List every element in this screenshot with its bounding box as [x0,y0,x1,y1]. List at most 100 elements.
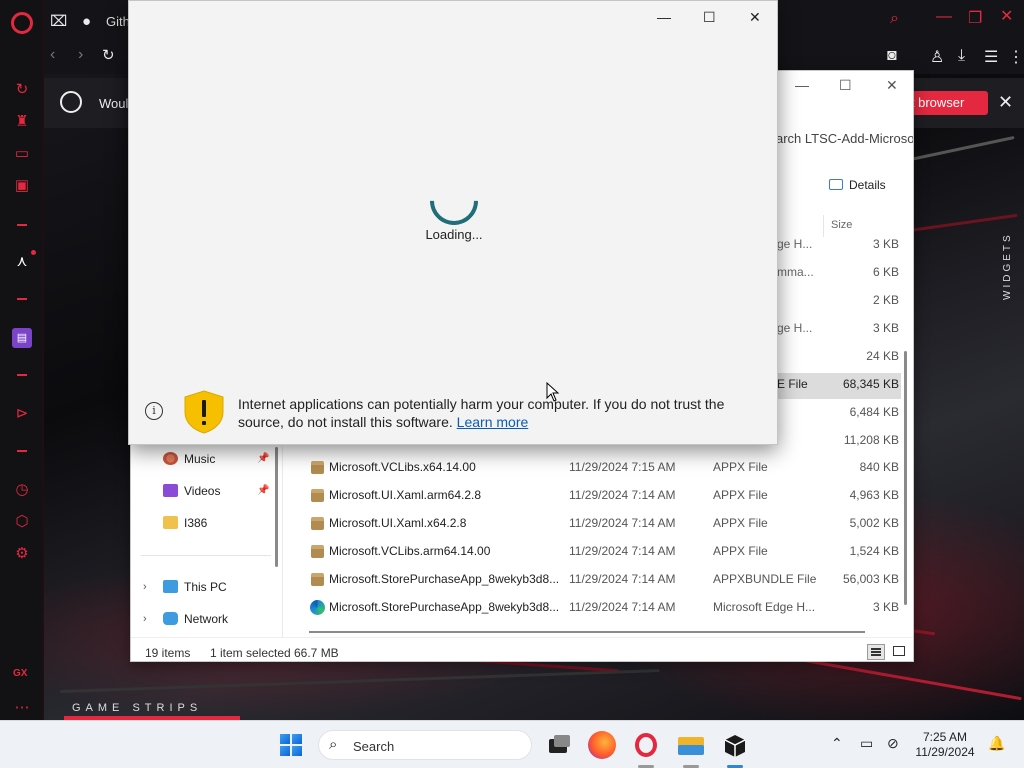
settings-icon[interactable]: ⚙ [12,544,32,564]
browser-tab-title[interactable]: Gith [106,14,130,29]
nav-item-i386[interactable]: I386 [163,516,207,530]
restore-icon[interactable]: ❐ [968,8,982,28]
package-icon [311,545,324,558]
nav-item-network[interactable]: Network [163,612,228,626]
gx-cleaner-icon[interactable]: ♜ [12,112,32,132]
pin-icon[interactable]: 📌 [257,453,269,464]
table-row[interactable]: Microsoft.VCLibs.x64.14.00 11/29/2024 7:… [307,454,899,482]
extensions-icon[interactable]: ⬡ [12,512,32,532]
file-type: APPX File [713,516,768,530]
file-size: 56,003 KB [842,572,899,586]
taskbar-search-box[interactable]: ⌕ Search [318,730,532,760]
table-row[interactable]: Microsoft.UI.Xaml.arm64.2.8 11/29/2024 7… [307,482,899,510]
windows-start-icon[interactable] [280,734,302,756]
info-icon[interactable]: i [145,402,163,420]
opera-gx-taskbar-icon[interactable] [632,731,660,759]
gx-control-icon[interactable]: ↻ [12,80,32,100]
column-header-size[interactable]: Size [831,219,852,231]
file-size: 6 KB [872,265,899,279]
explorer-maximize-icon[interactable]: ☐ [839,77,852,94]
details-view-button[interactable] [867,644,885,660]
nav-scrollbar[interactable] [275,447,278,567]
chevron-right-icon[interactable]: › [143,613,147,625]
forward-icon[interactable]: › [78,46,83,64]
nav-item-label: I386 [184,516,208,530]
table-row[interactable]: Microsoft.StorePurchaseApp_8wekyb3d8... … [307,594,899,622]
details-pane-button[interactable]: Details [829,178,886,192]
file-date: 11/29/2024 7:14 AM [569,488,676,502]
file-size: 2 KB [872,293,899,307]
dialog-close-icon[interactable]: ✕ [749,9,761,26]
task-view-icon[interactable] [546,731,574,759]
file-size: 6,484 KB [849,405,899,419]
gamepad-icon[interactable]: ⌧ [50,12,67,30]
file-size: 68,345 KB [842,377,899,391]
file-size: 3 KB [872,600,899,614]
table-row[interactable]: Microsoft.StorePurchaseApp_8wekyb3d8... … [307,566,899,594]
sidebar-divider [17,374,27,376]
file-name: Microsoft.VCLibs.x64.14.00 [329,460,476,474]
folder-icon [163,516,178,529]
file-date: 11/29/2024 7:15 AM [569,460,676,474]
more-icon[interactable]: ⋯ [12,698,32,718]
aria-icon[interactable]: ⋏ [12,252,32,272]
details-label: Details [849,178,886,192]
loading-spinner-icon [420,167,488,235]
selection-count: 1 item selected [210,646,291,660]
network-status-icon[interactable]: ▭ [860,735,873,752]
notification-bell-icon[interactable]: 🔔 [988,735,1005,752]
widgets-label[interactable]: WIDGETS [1002,210,1020,300]
back-icon[interactable]: ‹ [50,46,55,64]
nav-separator [141,555,271,556]
twitch-icon[interactable]: ▤ [12,328,32,348]
table-row[interactable]: Microsoft.UI.Xaml.x64.2.8 11/29/2024 7:1… [307,510,899,538]
tiles-view-button[interactable] [891,644,909,660]
chevron-right-icon[interactable]: › [143,581,147,593]
nav-item-videos[interactable]: Videos [163,484,220,498]
opera-gx-logo[interactable] [11,12,33,34]
explorer-search-input[interactable]: arch LTSC-Add-Microso [771,126,913,152]
table-row[interactable]: Microsoft.VCLibs.arm64.14.00 11/29/2024 … [307,538,899,566]
reload-icon[interactable]: ↻ [102,46,115,64]
nav-item-music[interactable]: Music [163,452,215,466]
taskbar-clock[interactable]: 7:25 AM 11/29/2024 [910,730,980,760]
history-icon[interactable]: ◷ [12,480,32,500]
dialog-maximize-icon[interactable]: ☐ [703,9,716,26]
clock-date: 11/29/2024 [915,745,975,759]
app-installer-taskbar-icon[interactable] [721,731,749,759]
firefox-icon[interactable] [588,731,616,759]
pin-icon[interactable]: 📌 [257,485,269,496]
play-icon[interactable]: ⊳ [12,404,32,424]
dialog-minimize-icon[interactable]: — [657,9,671,25]
nav-item-label: This PC [184,580,227,594]
easy-setup-icon[interactable]: ☰ [984,47,998,67]
search-icon[interactable]: ⌕ [890,10,899,28]
package-icon [311,461,324,474]
pane-divider[interactable] [282,447,283,637]
camera-icon[interactable]: ◙ [887,47,897,65]
nav-item-label: Videos [184,484,221,498]
vertical-scrollbar[interactable] [904,351,907,605]
close-icon[interactable]: ✕ [1000,6,1013,26]
volume-muted-icon[interactable]: ⊘ [887,735,899,752]
loading-text: Loading... [425,227,483,242]
nav-item-this-pc[interactable]: This PC [163,580,227,594]
twitch-display-icon[interactable]: ▭ [12,144,32,164]
security-warning: Internet applications can potentially ha… [238,395,768,431]
file-explorer-taskbar-icon[interactable] [677,731,705,759]
notification-close-icon[interactable]: ✕ [998,92,1013,113]
learn-more-link[interactable]: Learn more [457,414,529,430]
nav-item-label: Network [184,612,229,626]
minimize-icon[interactable]: — [936,8,952,26]
explorer-close-icon[interactable]: ✕ [886,77,898,94]
computer-icon [163,580,178,593]
download-icon[interactable]: ⤓ [958,47,965,65]
chevron-up-icon[interactable]: ⌃ [831,735,843,752]
tiles-icon [893,646,905,656]
more-menu-icon[interactable]: ⋮ [1008,47,1024,67]
music-icon [163,452,178,465]
horizontal-scrollbar[interactable] [309,631,865,633]
profile-icon[interactable]: ♙ [930,47,944,67]
explorer-minimize-icon[interactable]: — [795,77,809,93]
player-icon[interactable]: ▣ [12,176,32,196]
